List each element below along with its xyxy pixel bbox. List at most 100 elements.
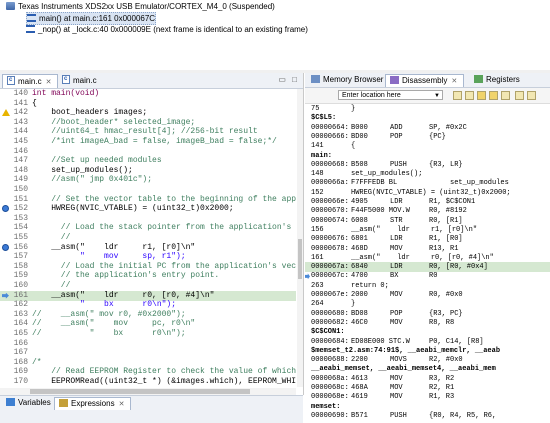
- code-line[interactable]: 152 HWREG(NVIC_VTABLE) = (uint32_t)0x200…: [0, 204, 296, 214]
- line-number: 170: [13, 377, 28, 386]
- code-line[interactable]: 168 /*: [0, 358, 296, 368]
- disassembly-listing[interactable]: 75} $C$L5: 00000664: B000 ADD SP, #0x2C 000006…: [305, 104, 550, 422]
- asm-operands: {R0, R4, R5, R6,: [429, 411, 497, 420]
- minimize-icon[interactable]: [515, 91, 524, 100]
- disassembly-icon: [390, 76, 399, 84]
- line-number: 155: [13, 233, 28, 242]
- minimize-maximize-icons[interactable]: ▭ □: [278, 75, 299, 84]
- close-icon[interactable]: ✕: [119, 401, 125, 408]
- vertical-scrollbar[interactable]: [297, 89, 303, 387]
- link-source-icon[interactable]: [477, 91, 486, 100]
- code-line[interactable]: 161 __asm(" ldr r0, [r0, #4]\n": [0, 290, 296, 301]
- code-line[interactable]: 154 // Load the stack pointer from the a…: [0, 223, 296, 233]
- breakpoint-icon[interactable]: [2, 205, 9, 213]
- code-line[interactable]: 143 //boot_header* selected_image;: [0, 118, 296, 128]
- line-number: 161: [13, 290, 28, 300]
- code-line[interactable]: 156 __asm(" ldr r1, [r0]\n": [0, 243, 296, 253]
- refresh-icon[interactable]: [465, 91, 474, 100]
- line-number: 149: [13, 175, 28, 185]
- line-number: 168: [13, 357, 28, 367]
- line-number: 162: [13, 300, 28, 310]
- tab-expressions[interactable]: Expressions ✕: [54, 397, 132, 410]
- code-line[interactable]: 150: [0, 185, 296, 195]
- code-text: // Load the stack pointer from the appli…: [32, 223, 296, 233]
- code-line[interactable]: 158 // Load the initial PC from the appl…: [0, 262, 296, 272]
- show-source-icon[interactable]: [489, 91, 498, 100]
- scroll-thumb[interactable]: [30, 389, 250, 394]
- tab-label: Memory Browser: [323, 75, 384, 84]
- code-line[interactable]: 169 // Read EEPROM Register to check the…: [0, 367, 296, 377]
- code-line[interactable]: 144 //uint64_t hmac_result[4]; //256-bit…: [0, 127, 296, 137]
- close-icon[interactable]: ✕: [46, 79, 52, 86]
- asm-instruction[interactable]: 00000690: B571 PUSH {R0, R4, R5, R6,: [305, 411, 550, 421]
- code-text: //: [32, 233, 71, 242]
- breakpoint-icon[interactable]: [2, 243, 9, 251]
- code-line[interactable]: 157 " mov sp, r1");: [0, 252, 296, 262]
- code-text: // __asm(" mov r0, #0x2000");: [32, 309, 186, 319]
- stack-frame-nop[interactable]: _nop() at _lock.c:40 0x000009E (next fra…: [26, 24, 308, 35]
- chevron-down-icon[interactable]: ▼: [434, 91, 440, 101]
- code-text: //Set up needed modules: [32, 156, 162, 166]
- tab-label: Expressions: [71, 399, 115, 408]
- line-number: 142: [13, 108, 28, 118]
- line-number: 160: [13, 281, 28, 290]
- code-line[interactable]: 146: [0, 147, 296, 157]
- code-line[interactable]: 147 //Set up needed modules: [0, 156, 296, 166]
- code-line[interactable]: 140 int main(void): [0, 89, 296, 99]
- code-text: /*: [32, 357, 42, 367]
- code-line[interactable]: 170 EEPROMRead((uint32_t *) (&images.whi…: [0, 377, 296, 387]
- memory-icon: [311, 75, 320, 83]
- tab-registers[interactable]: Registers: [470, 74, 526, 86]
- scroll-thumb[interactable]: [298, 239, 302, 279]
- tab-label: Registers: [486, 75, 520, 84]
- code-line[interactable]: 166: [0, 339, 296, 349]
- code-line[interactable]: 163 // __asm(" mov r0, #0x2000");: [0, 310, 296, 320]
- tab-label: Disassembly: [402, 76, 448, 85]
- code-text: // " bx r0\n");: [32, 329, 186, 338]
- code-line[interactable]: 149 //asm(" jmp 0x401c");: [0, 175, 296, 185]
- disassembly-toolbar: Enter location here ▼: [305, 88, 550, 104]
- maximize-icon[interactable]: [527, 91, 536, 100]
- view-menu-icon[interactable]: [501, 91, 510, 100]
- line-number: 164: [13, 319, 28, 329]
- code-line[interactable]: 148 set_up_modules();: [0, 166, 296, 176]
- line-number: 143: [13, 117, 28, 127]
- tab-main-c-2[interactable]: main.c: [58, 73, 103, 87]
- code-line[interactable]: 160 //: [0, 281, 296, 291]
- code-text: // Load the initial PC from the applicat…: [32, 261, 296, 271]
- code-text: //: [32, 281, 71, 290]
- code-text: set_up_modules();: [32, 165, 133, 175]
- code-text: //asm(" jmp 0x401c");: [32, 175, 153, 185]
- code-line[interactable]: 162 " bx r0\n");: [0, 300, 296, 310]
- tab-label: Variables: [18, 398, 51, 407]
- line-number: 141: [13, 98, 28, 108]
- line-number: 150: [13, 185, 28, 194]
- code-line[interactable]: 145 /*int imageA_bad = false, imageB_bad…: [0, 137, 296, 147]
- line-number: 167: [13, 348, 28, 358]
- code-line[interactable]: 164 // __asm(" mov pc, r0\n": [0, 319, 296, 329]
- tab-memory-browser[interactable]: Memory Browser: [307, 74, 389, 86]
- code-line[interactable]: 159 // the application's entry point.: [0, 271, 296, 281]
- close-icon[interactable]: ✕: [451, 78, 457, 85]
- tab-main-c[interactable]: main.c ✕: [2, 74, 59, 88]
- tab-variables[interactable]: Variables: [2, 397, 57, 409]
- tab-disassembly[interactable]: Disassembly ✕: [385, 74, 465, 87]
- code-line[interactable]: 155 //: [0, 233, 296, 243]
- horizontal-scrollbar[interactable]: [0, 388, 296, 395]
- code-line[interactable]: 165 // " bx r0\n");: [0, 329, 296, 339]
- code-text: __asm(" ldr r0, [r0, #4]\n": [32, 290, 215, 300]
- code-text: EEPROMRead((uint32_t *) (&images.which),…: [32, 377, 296, 386]
- code-area[interactable]: 140 int main(void) 141 {142 boot_headers im…: [0, 89, 296, 387]
- code-line[interactable]: 141 {: [0, 99, 296, 109]
- code-line[interactable]: 151 // Set the vector table to the begin…: [0, 195, 296, 205]
- line-number: 158: [13, 261, 28, 271]
- location-input[interactable]: Enter location here ▼: [338, 90, 443, 100]
- line-number: 154: [13, 223, 28, 233]
- stack-frame-label: _nop() at _lock.c:40 0x000009E (next fra…: [38, 25, 308, 34]
- home-icon[interactable]: [453, 91, 462, 100]
- code-line[interactable]: 167: [0, 348, 296, 358]
- debug-target-row[interactable]: Texas Instruments XDS2xx USB Emulator/CO…: [6, 1, 275, 12]
- code-line[interactable]: 153: [0, 214, 296, 224]
- code-line[interactable]: 142 boot_headers images;: [0, 108, 296, 118]
- line-number: 163: [13, 309, 28, 319]
